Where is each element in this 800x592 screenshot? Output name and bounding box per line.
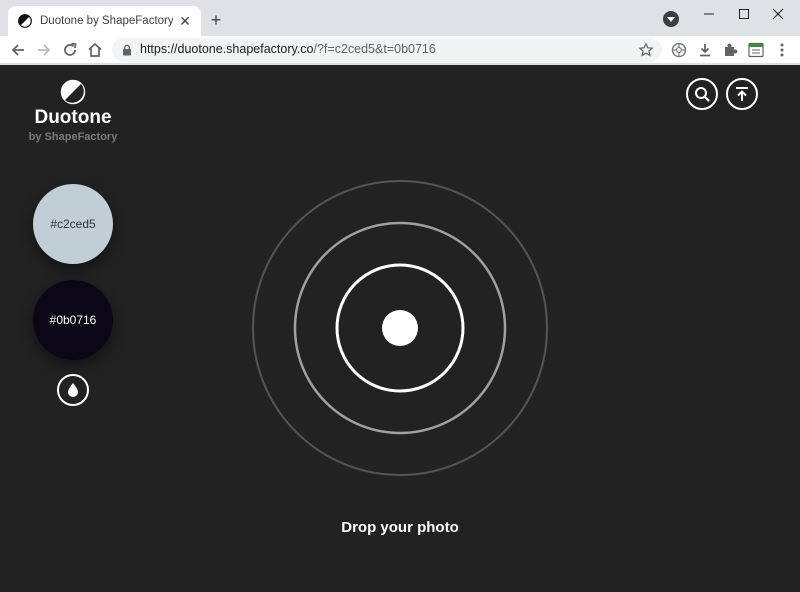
new-tab-button[interactable]: + [206, 10, 226, 30]
upload-button[interactable] [726, 78, 758, 110]
download-icon[interactable] [695, 40, 715, 60]
home-icon[interactable] [85, 40, 105, 60]
droplet-icon [68, 383, 78, 397]
tab-strip: Duotone by ShapeFactory | Cre ✕ + [0, 0, 800, 36]
tab-close-icon[interactable]: ✕ [177, 13, 193, 29]
extension-aperture-icon[interactable] [669, 40, 689, 60]
from-color-swatch[interactable]: #c2ced5 [33, 184, 113, 264]
address-bar[interactable]: https://duotone.shapefactory.co/?f=c2ced… [112, 38, 662, 62]
minimize-icon[interactable] [699, 4, 719, 24]
tab-search-icon[interactable] [663, 11, 679, 27]
close-window-icon[interactable] [768, 4, 788, 24]
to-color-label: #0b0716 [49, 313, 97, 327]
url-path: /?f=c2ced5&t=0b0716 [313, 42, 436, 56]
photo-dropzone[interactable] [249, 177, 551, 479]
extensions-puzzle-icon[interactable] [720, 40, 740, 60]
brand-title: Duotone [34, 107, 112, 128]
bookmark-star-icon[interactable] [638, 42, 654, 58]
lock-icon[interactable] [122, 44, 132, 56]
upload-icon [736, 87, 748, 101]
url-text[interactable]: https://duotone.shapefactory.co/?f=c2ced… [140, 42, 436, 56]
menu-kebab-icon[interactable] [772, 40, 792, 60]
browser-tab[interactable]: Duotone by ShapeFactory | Cre ✕ [8, 6, 201, 36]
url-host: https://duotone.shapefactory.co [140, 42, 314, 56]
from-color-label: #c2ced5 [50, 217, 96, 231]
search-button[interactable] [686, 78, 718, 110]
back-arrow-icon[interactable] [8, 40, 28, 60]
calendar-extension-icon[interactable] [746, 40, 766, 60]
brand-subtitle: by ShapeFactory [28, 131, 118, 143]
duotone-app: Duotone by ShapeFactory #c2ced5 #0b0716 … [0, 65, 800, 592]
dropzone-label: Drop your photo [341, 519, 459, 536]
dropzone-center-dot [382, 310, 418, 346]
tab-title: Duotone by ShapeFactory | Cre [40, 15, 173, 27]
reload-icon[interactable] [60, 40, 80, 60]
duotone-logo-icon[interactable] [60, 79, 86, 105]
to-color-swatch[interactable]: #0b0716 [33, 280, 113, 360]
browser-toolbar: https://duotone.shapefactory.co/?f=c2ced… [0, 36, 800, 64]
search-icon [695, 87, 710, 102]
color-picker-button[interactable] [57, 374, 89, 406]
maximize-icon[interactable] [734, 4, 754, 24]
duotone-logo-icon [18, 14, 32, 28]
forward-arrow-icon[interactable] [34, 40, 54, 60]
